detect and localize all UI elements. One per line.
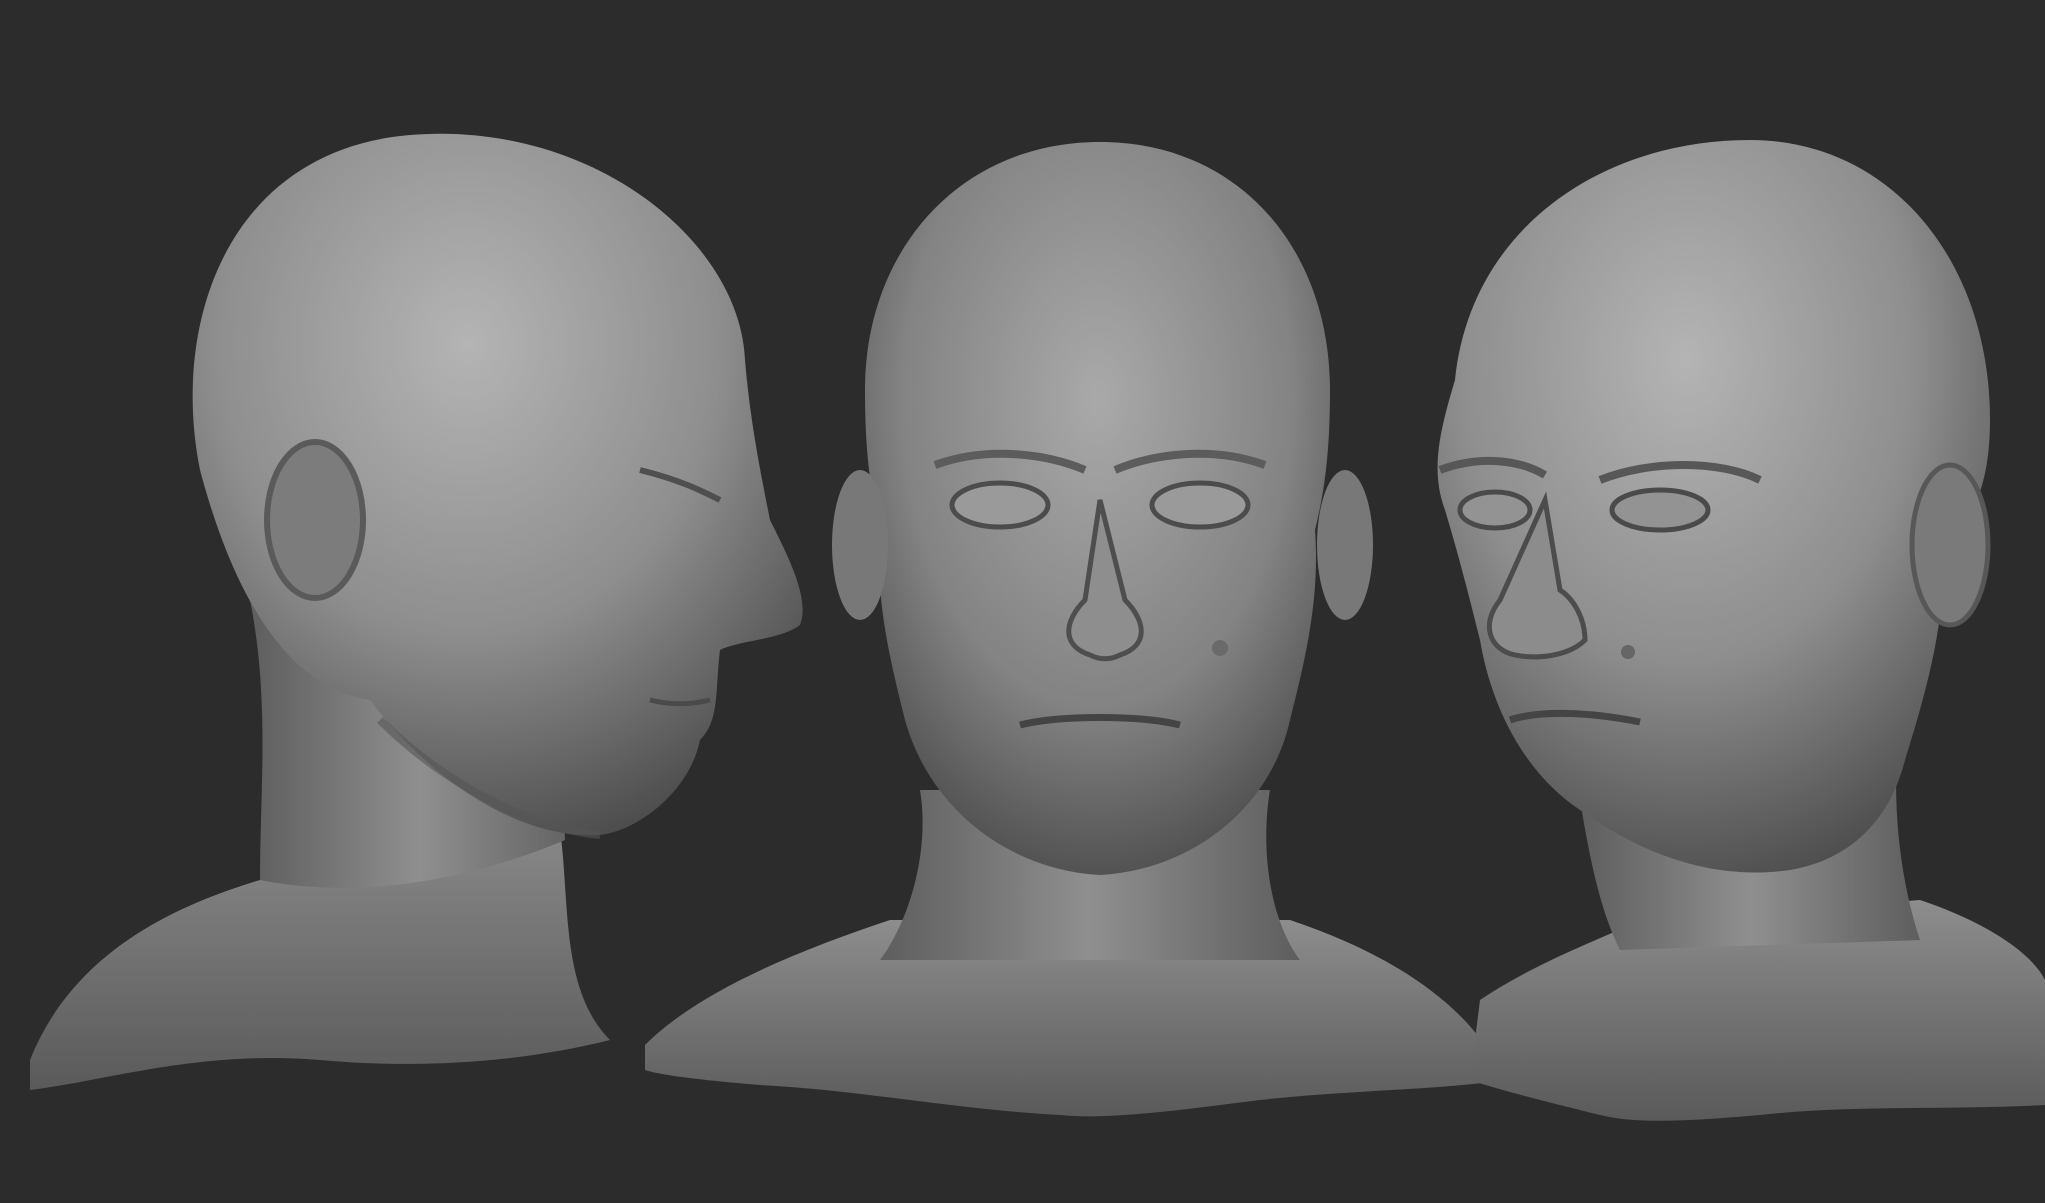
front-mole [1212, 640, 1228, 656]
profile-ear [264, 439, 366, 601]
head-sculpt-three-quarter-left [1437, 140, 2045, 1121]
front-eye-left [949, 480, 1051, 530]
front-eye-right [1149, 480, 1251, 530]
sculpt-render [30, 133, 2045, 1121]
tq-eye-left [1457, 489, 1533, 531]
tq-mole [1621, 645, 1635, 659]
tq-eye-right [1609, 487, 1711, 533]
front-ear-right [1317, 470, 1373, 620]
head-sculpt-right-profile [30, 133, 803, 1090]
front-ear-left [832, 470, 888, 620]
tq-ear [1909, 462, 1991, 628]
sculpt-turnaround-canvas [0, 0, 2045, 1203]
